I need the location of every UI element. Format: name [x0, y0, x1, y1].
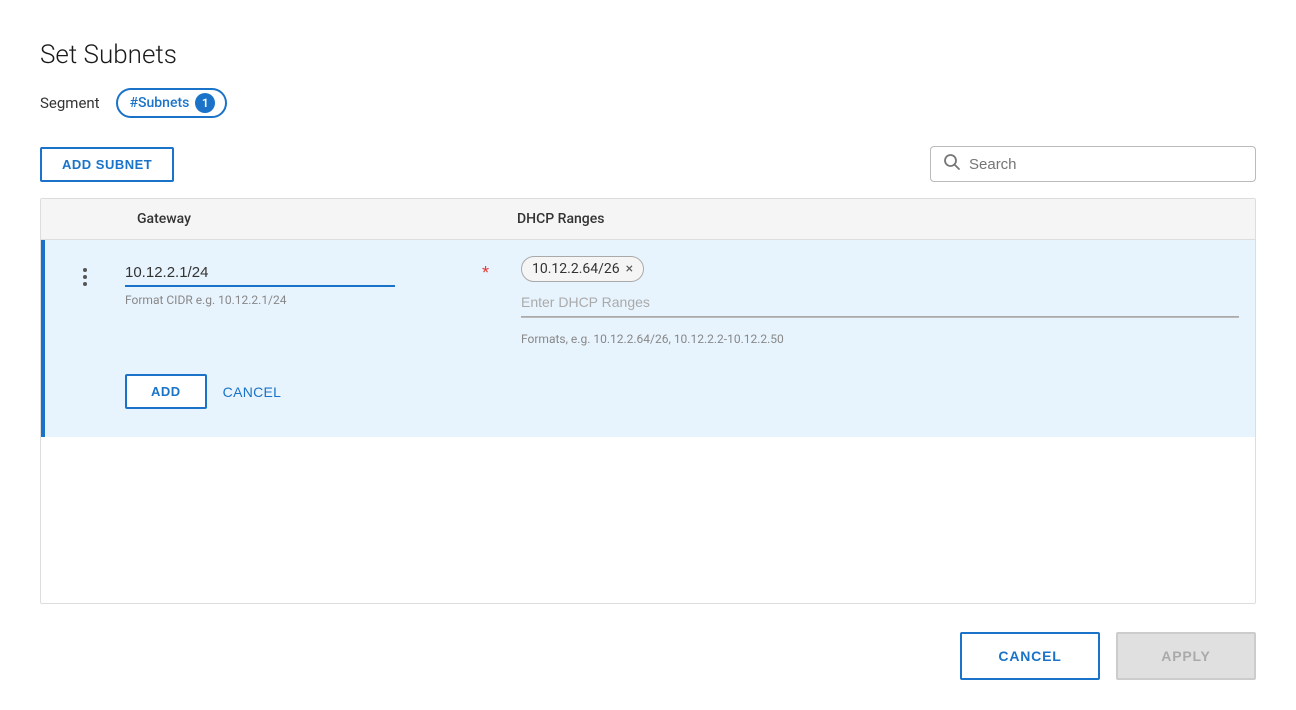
table-body: * Format CIDR e.g. 10.12.2.1/24 10.12.2.…: [41, 240, 1255, 481]
add-subnet-button[interactable]: ADD SUBNET: [40, 147, 174, 182]
gateway-input-wrapper: *: [125, 260, 489, 287]
dhcp-tags-row: 10.12.2.64/26 ×: [521, 256, 1239, 282]
table-row: * Format CIDR e.g. 10.12.2.1/24 10.12.2.…: [41, 240, 1255, 362]
footer-cancel-button[interactable]: CANCEL: [960, 632, 1100, 680]
gateway-format-hint: Format CIDR e.g. 10.12.2.1/24: [125, 293, 489, 307]
dhcp-tag-value: 10.12.2.64/26: [532, 261, 620, 277]
segment-badge[interactable]: #Subnets 1: [116, 88, 228, 118]
search-input[interactable]: [969, 156, 1243, 173]
table-header: Gateway DHCP Ranges: [41, 199, 1255, 240]
dhcp-format-hint: Formats, e.g. 10.12.2.64/26, 10.12.2.2-1…: [521, 332, 1239, 346]
dot2: [83, 275, 87, 279]
row-actions-cell: [45, 240, 125, 362]
dot1: [83, 268, 87, 272]
footer: CANCEL APPLY: [40, 632, 1256, 680]
segment-badge-text: #Subnets: [130, 95, 190, 111]
segment-row: Segment #Subnets 1: [40, 88, 1256, 118]
row-add-button[interactable]: ADD: [125, 374, 207, 409]
segment-label: Segment: [40, 94, 100, 112]
buttons-spacer: [45, 362, 125, 417]
header-dhcp: DHCP Ranges: [501, 199, 1255, 239]
table-row-buttons-row: ADD CANCEL: [41, 362, 1255, 437]
gateway-input[interactable]: [125, 260, 395, 287]
row-context-menu[interactable]: [79, 264, 91, 290]
dhcp-cell: 10.12.2.64/26 × Formats, e.g. 10.12.2.64…: [505, 240, 1255, 362]
header-actions: [41, 199, 121, 239]
dhcp-tag-remove[interactable]: ×: [626, 261, 633, 277]
required-indicator: *: [482, 262, 489, 281]
dhcp-tag: 10.12.2.64/26 ×: [521, 256, 644, 282]
footer-apply-button: APPLY: [1116, 632, 1256, 680]
dot3: [83, 282, 87, 286]
segment-badge-count: 1: [195, 93, 215, 113]
header-gateway: Gateway: [121, 199, 501, 239]
dhcp-ranges-input[interactable]: [521, 290, 1239, 317]
search-icon: [943, 153, 961, 175]
row-buttons: ADD CANCEL: [125, 362, 1231, 417]
gateway-cell: * Format CIDR e.g. 10.12.2.1/24: [125, 240, 505, 362]
empty-row: [41, 437, 1255, 481]
search-box[interactable]: [930, 146, 1256, 182]
page-title: Set Subnets: [40, 40, 1256, 70]
modal-container: Set Subnets Segment #Subnets 1 ADD SUBNE…: [0, 0, 1296, 710]
row-cancel-button[interactable]: CANCEL: [223, 384, 282, 400]
toolbar: ADD SUBNET: [40, 146, 1256, 182]
table-container: Gateway DHCP Ranges *: [40, 198, 1256, 604]
